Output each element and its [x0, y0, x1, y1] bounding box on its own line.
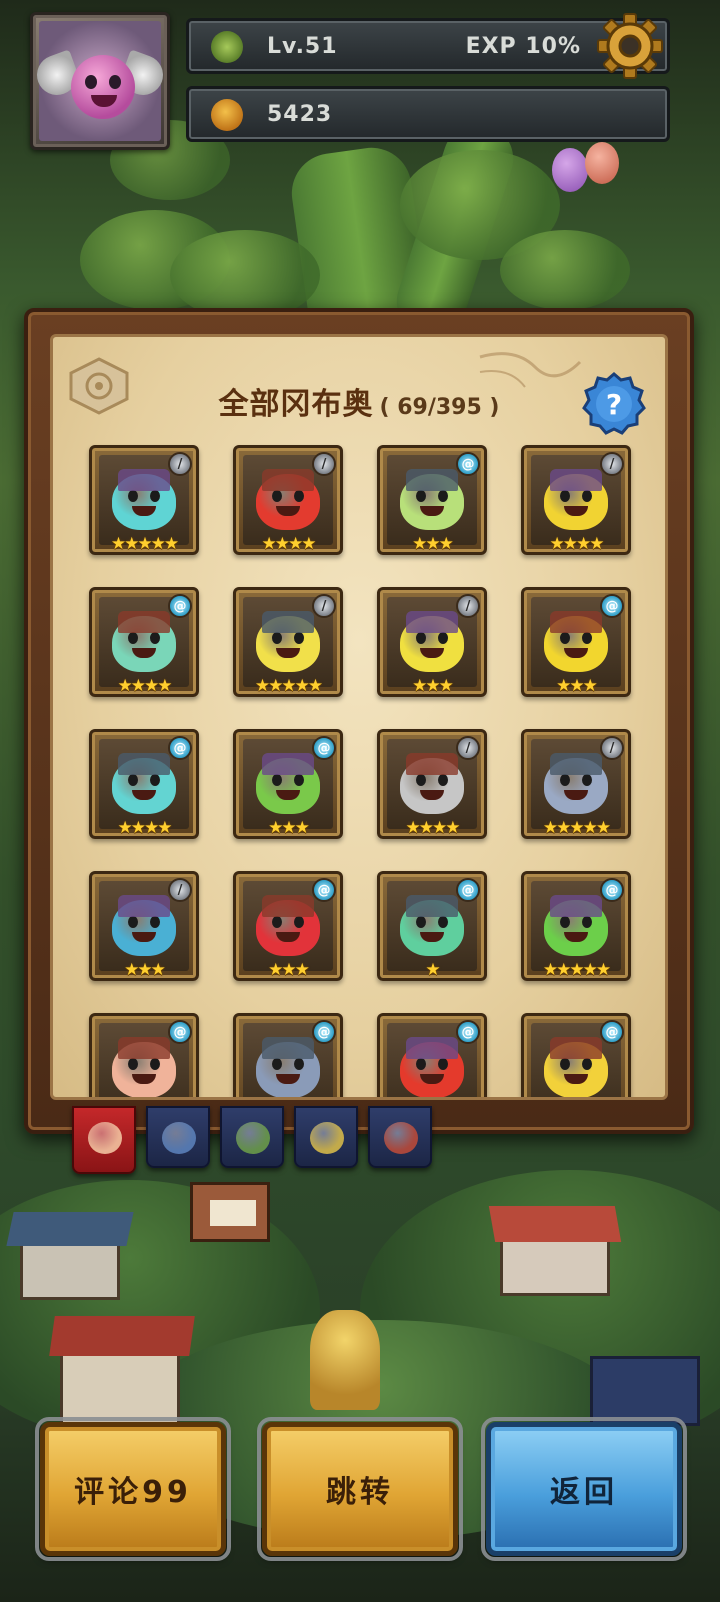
question-icon: ?: [582, 372, 646, 435]
exp-text: EXP 10%: [465, 34, 581, 59]
monster-card[interactable]: / ★★★: [377, 587, 487, 697]
star-rating: ★★★: [268, 818, 310, 838]
monster-card[interactable]: @ ★: [377, 871, 487, 981]
star-rating: ★: [425, 960, 440, 980]
sword-class-icon: /: [168, 878, 192, 902]
help-button[interactable]: ?: [581, 371, 647, 437]
monster-card[interactable]: / ★★★★: [521, 445, 631, 555]
sword-class-icon: /: [168, 452, 192, 476]
monster-card[interactable]: / ★★★★★: [89, 445, 199, 555]
settings-gear-button[interactable]: [596, 12, 664, 80]
svg-text:?: ?: [606, 388, 622, 421]
back-button[interactable]: 返回: [481, 1417, 687, 1561]
fruit-icon: [211, 99, 243, 131]
monster-card[interactable]: @ ★★★★: [89, 729, 199, 839]
sword-class-icon: /: [312, 452, 336, 476]
star-rating: ★★★: [268, 960, 310, 980]
sword-class-icon: /: [600, 736, 624, 760]
sword-class-icon: /: [312, 594, 336, 618]
panel-parchment: 全部冈布奥( 69/395 ) ? / ★★★★★ / ★★★★ @ ★★★ / ★★★★ @ ★…: [50, 334, 668, 1100]
star-rating: ★★★: [124, 960, 166, 980]
magic-class-icon: @: [168, 1020, 192, 1044]
tab-monster-icon: [162, 1122, 196, 1154]
magic-class-icon: @: [600, 1020, 624, 1044]
coins-text: 5423: [267, 102, 333, 127]
magic-class-icon: @: [456, 878, 480, 902]
collection-panel: 全部冈布奥( 69/395 ) ? / ★★★★★ / ★★★★ @ ★★★ / ★★★★ @ ★…: [24, 308, 694, 1134]
tab-red[interactable]: [368, 1106, 432, 1168]
player-avatar[interactable]: [30, 12, 170, 150]
comment-button[interactable]: 评论99: [35, 1417, 231, 1561]
jump-button-label: 跳转: [326, 1475, 394, 1510]
monster-card[interactable]: @ ★★★★★: [521, 871, 631, 981]
monster-card[interactable]: / ★★★★: [377, 729, 487, 839]
tab-all[interactable]: [72, 1106, 136, 1174]
gear-icon: [597, 13, 663, 79]
tab-monster-icon: [310, 1122, 344, 1154]
star-rating: ★★★: [556, 676, 598, 696]
comment-button-label: 评论99: [74, 1475, 192, 1510]
monster-card[interactable]: @ ★★★: [233, 871, 343, 981]
tab-monster-icon: [384, 1122, 418, 1154]
monster-card[interactable]: @ ★★★: [377, 445, 487, 555]
avatar-monster-face: [71, 55, 135, 119]
collection-count: ( 69/395 ): [379, 395, 500, 420]
magic-class-icon: @: [600, 594, 624, 618]
sword-class-icon: /: [456, 594, 480, 618]
magic-class-icon: @: [456, 1020, 480, 1044]
tab-blue[interactable]: [146, 1106, 210, 1168]
clover-icon: [211, 31, 243, 63]
star-rating: ★★★★: [549, 534, 605, 554]
monster-card[interactable]: / ★★★★: [233, 445, 343, 555]
monster-card[interactable]: @: [89, 1013, 199, 1097]
star-rating: ★★★★: [117, 818, 173, 838]
sword-class-icon: /: [600, 452, 624, 476]
monster-grid: / ★★★★★ / ★★★★ @ ★★★ / ★★★★ @ ★★★★ / ★★★★★ / ★★★ @ ★★★ @…: [89, 445, 631, 1097]
tab-monster-icon: [88, 1122, 122, 1154]
monster-card[interactable]: / ★★★★★: [521, 729, 631, 839]
magic-class-icon: @: [312, 878, 336, 902]
star-rating: ★★★★★: [254, 676, 323, 696]
level-text: Lv.51: [267, 34, 338, 59]
star-rating: ★★★★★: [542, 960, 611, 980]
magic-class-icon: @: [456, 452, 480, 476]
magic-class-icon: @: [168, 594, 192, 618]
tab-yellow[interactable]: [294, 1106, 358, 1168]
magic-class-icon: @: [312, 1020, 336, 1044]
star-rating: ★★★★: [261, 534, 317, 554]
monster-card[interactable]: / ★★★★★: [233, 587, 343, 697]
star-rating: ★★★★★: [542, 818, 611, 838]
monster-card[interactable]: / ★★★: [89, 871, 199, 981]
back-button-label: 返回: [550, 1475, 618, 1510]
tab-monster-icon: [236, 1122, 270, 1154]
star-rating: ★★★★★: [110, 534, 179, 554]
star-rating: ★★★: [412, 676, 454, 696]
magic-class-icon: @: [312, 736, 336, 760]
panel-title: 全部冈布奥( 69/395 ): [53, 379, 665, 423]
monster-card[interactable]: @: [233, 1013, 343, 1097]
coins-bar: 5423: [186, 86, 670, 142]
collection-title: 全部冈布奥: [218, 387, 374, 422]
magic-class-icon: @: [168, 736, 192, 760]
sword-class-icon: /: [456, 736, 480, 760]
monster-card[interactable]: @ ★★★: [233, 729, 343, 839]
star-rating: ★★★: [412, 534, 454, 554]
star-rating: ★★★★: [405, 818, 461, 838]
monster-card[interactable]: @: [377, 1013, 487, 1097]
monster-card[interactable]: @ ★★★★: [89, 587, 199, 697]
category-tabs: [72, 1106, 432, 1174]
magic-class-icon: @: [600, 878, 624, 902]
monster-card[interactable]: @ ★★★: [521, 587, 631, 697]
jump-button[interactable]: 跳转: [257, 1417, 463, 1561]
monster-card[interactable]: @: [521, 1013, 631, 1097]
tab-green[interactable]: [220, 1106, 284, 1168]
star-rating: ★★★★: [117, 676, 173, 696]
